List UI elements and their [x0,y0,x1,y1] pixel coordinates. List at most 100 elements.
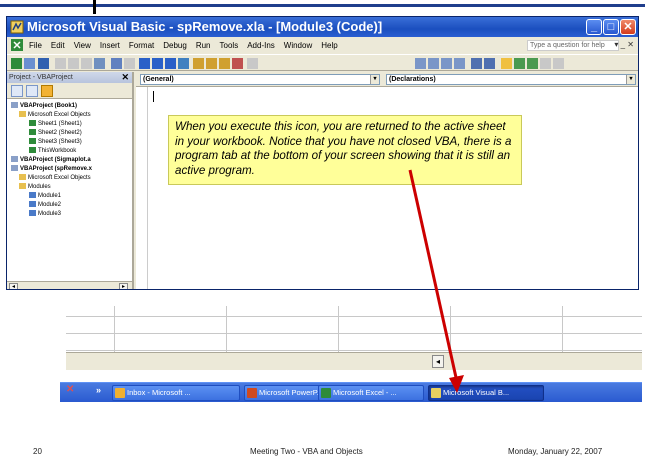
tree-node-label: Sheet2 (Sheet2) [38,130,82,136]
design-mode-icon[interactable] [178,58,189,69]
project-explorer-tools [7,83,132,99]
edit-toolbar-icon-2[interactable] [428,58,439,69]
menu-addins[interactable]: Add-Ins [247,41,275,50]
view-excel-icon[interactable] [11,58,22,69]
sheet-tab-scrollbar[interactable]: ◂ [66,352,642,370]
tree-node[interactable]: VBAProject (Book1) [11,102,77,111]
module-icon [29,210,36,217]
chevron-down-icon[interactable]: ▾ [626,75,635,84]
minimize-button[interactable]: _ [586,19,602,35]
folder-icon [19,183,26,190]
object-dropdown-value: (General) [143,76,174,83]
tree-node[interactable]: Sheet3 (Sheet3) [29,138,82,147]
comment-block-icon[interactable] [514,58,525,69]
menu-insert[interactable]: Insert [100,41,120,50]
edit-toolbar-icon-4[interactable] [454,58,465,69]
toggle-icon[interactable] [540,58,551,69]
tree-node[interactable]: Module3 [29,210,61,219]
taskbar-item-excel[interactable]: Microsoft Excel - ... [318,385,424,401]
tree-node[interactable]: Microsoft Excel Objects [19,111,91,120]
scroll-left-icon[interactable]: ◂ [9,283,18,289]
chevron-down-icon[interactable]: ▾ [370,75,379,84]
menu-file[interactable]: File [29,41,42,50]
uncomment-block-icon[interactable] [527,58,538,69]
toolbox-icon[interactable] [232,58,243,69]
expand-quicklaunch-icon[interactable]: » [96,385,101,395]
menu-view[interactable]: View [74,41,91,50]
tree-node-label: Module2 [38,202,62,208]
menu-debug[interactable]: Debug [163,41,187,50]
scroll-left-icon[interactable]: ◂ [432,355,444,368]
toggle-folders-icon[interactable] [41,85,53,97]
indent-icon[interactable] [471,58,482,69]
menu-format[interactable]: Format [129,41,154,50]
tree-node[interactable]: Module2 [29,201,61,210]
outdent-icon[interactable] [484,58,495,69]
windows-taskbar: ✕ » Inbox - Microsoft ... Microsoft Powe… [60,382,642,402]
tree-node-label: VBAProject (Book1) [20,103,78,109]
find-icon[interactable] [94,58,105,69]
callout-note: When you execute this icon, you are retu… [168,115,522,185]
help-icon[interactable] [247,58,258,69]
text-caret [153,91,154,102]
menu-edit[interactable]: Edit [51,41,65,50]
edit-toolbar-icon-1[interactable] [415,58,426,69]
code-combos: (General) ▾ (Declarations) ▾ [136,72,638,87]
taskbar-item-label: Microsoft PowerP... [259,388,324,397]
break-icon[interactable] [152,58,163,69]
run-icon[interactable] [139,58,150,69]
footer-date: Monday, January 22, 2007 [508,447,603,456]
help-search-input[interactable]: Type a question for help [527,40,619,51]
tree-node[interactable]: VBAProject (spRemove.x [11,165,92,174]
insert-module-icon[interactable] [24,58,35,69]
object-dropdown[interactable]: (General) ▾ [140,74,380,85]
properties-window-icon[interactable] [206,58,217,69]
tree-node-label: Module1 [38,193,62,199]
taskbar-item-inbox[interactable]: Inbox - Microsoft ... [112,385,240,401]
object-browser-icon[interactable] [219,58,230,69]
paste-icon[interactable] [81,58,92,69]
taskbar-item-label: Inbox - Microsoft ... [127,388,191,397]
taskbar-item-visual-basic[interactable]: Microsoft Visual B... [428,385,544,401]
tree-node[interactable]: Modules [19,183,51,192]
view-code-icon[interactable] [11,85,23,97]
redo-icon[interactable] [124,58,135,69]
sheet-icon [29,138,36,145]
maximize-button[interactable]: □ [603,19,619,35]
menu-help[interactable]: Help [321,41,337,50]
excel-icon[interactable] [11,39,23,51]
edit-toolbar-icon-3[interactable] [441,58,452,69]
tree-node[interactable]: Module1 [29,192,61,201]
copy-icon[interactable] [68,58,79,69]
sheet-icon [29,120,36,127]
cut-icon[interactable] [55,58,66,69]
footer-title: Meeting Two - VBA and Objects [250,447,363,456]
close-icon[interactable]: ✕ [121,72,129,83]
menubar-window-controls-icon[interactable]: ▾ _ ✕ [614,40,634,49]
undo-icon[interactable] [111,58,122,69]
project-explorer-scrollbar[interactable]: ◂ ▸ [7,281,132,289]
project-explorer-icon[interactable] [193,58,204,69]
tree-node[interactable]: VBAProject (Sigmaplot.a [11,156,91,165]
menu-window[interactable]: Window [284,41,312,50]
window-title: Microsoft Visual Basic - spRemove.xla - … [27,19,383,34]
next-bookmark-icon[interactable] [553,58,564,69]
taskbar-item-label: Microsoft Excel - ... [333,388,397,397]
excel-sheet-fragment: ◂ [66,306,642,372]
tree-node[interactable]: Sheet2 (Sheet2) [29,129,82,138]
close-icon[interactable]: ✕ [66,384,74,395]
menu-tools[interactable]: Tools [220,41,239,50]
save-icon[interactable] [38,58,49,69]
procedure-dropdown[interactable]: (Declarations) ▾ [386,74,636,85]
bookmark-icon[interactable] [501,58,512,69]
tree-node[interactable]: ThisWorkbook [29,147,76,156]
tree-node[interactable]: Microsoft Excel Objects [19,174,91,183]
menu-run[interactable]: Run [196,41,211,50]
standard-toolbar [7,54,638,71]
tree-node[interactable]: Sheet1 (Sheet1) [29,120,82,129]
view-object-icon[interactable] [26,85,38,97]
scroll-right-icon[interactable]: ▸ [119,283,128,289]
close-button[interactable]: ✕ [620,19,636,35]
reset-icon[interactable] [165,58,176,69]
vba-titlebar[interactable]: Microsoft Visual Basic - spRemove.xla - … [7,17,638,37]
